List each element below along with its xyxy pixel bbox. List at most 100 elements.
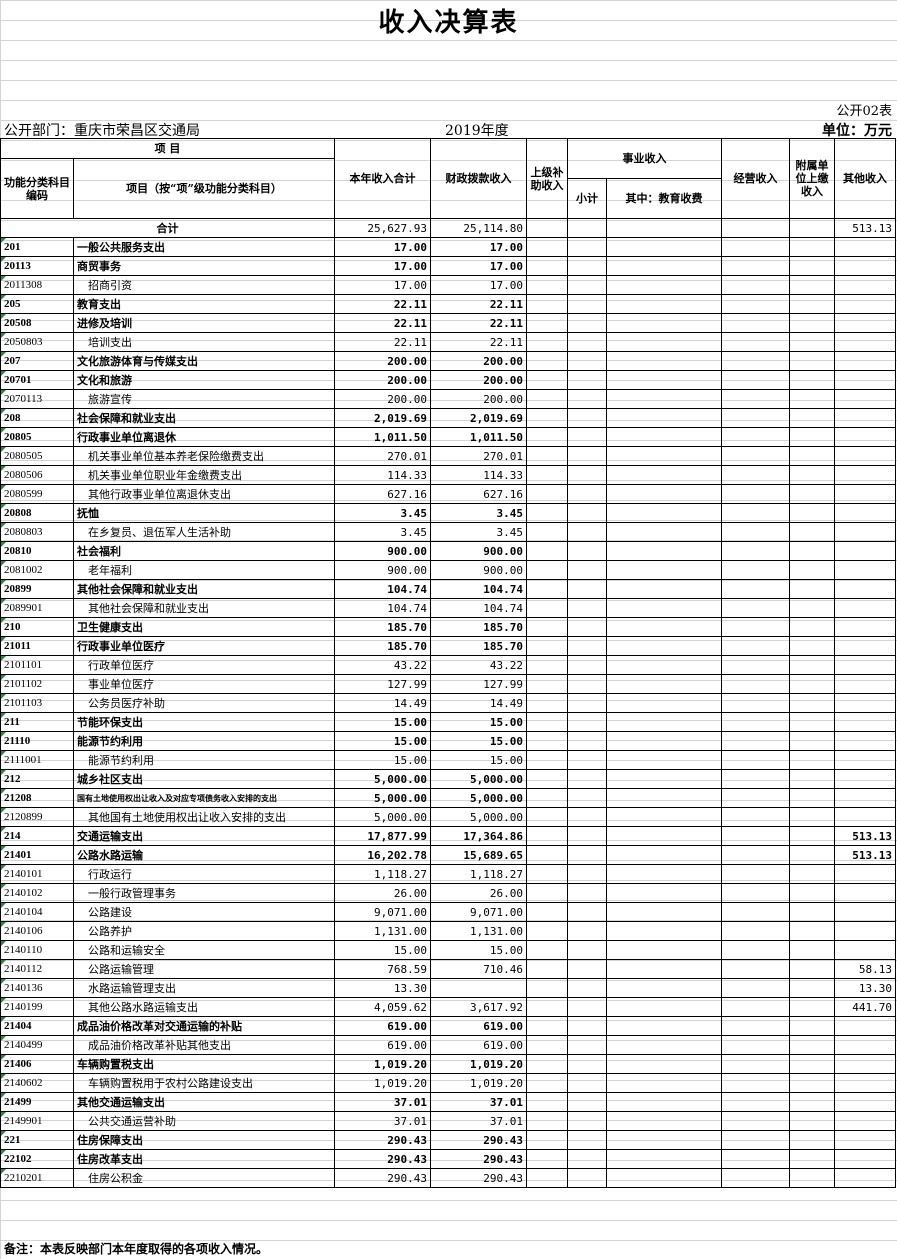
row-fiscal: 17,364.86 bbox=[430, 826, 527, 846]
row-other bbox=[834, 1111, 896, 1131]
row-other bbox=[834, 883, 896, 903]
table-row: 2140102 一般行政管理事务 26.00 26.00 bbox=[0, 883, 896, 903]
cell-marker-icon bbox=[1, 466, 6, 471]
row-code: 2080599 bbox=[0, 484, 74, 504]
table-row: 20508 进修及培训 22.11 22.11 bbox=[0, 313, 896, 333]
row-name: 文化和旅游 bbox=[73, 370, 335, 390]
row-other bbox=[834, 674, 896, 694]
cell-marker-icon bbox=[1, 238, 6, 243]
row-fiscal: 200.00 bbox=[430, 351, 527, 371]
row-code: 21499 bbox=[0, 1092, 74, 1112]
row-name: 其他公路水路运输支出 bbox=[73, 997, 335, 1017]
row-fiscal: 627.16 bbox=[430, 484, 527, 504]
row-fiscal: 1,131.00 bbox=[430, 921, 527, 941]
header-affiliated: 附属单位上缴收入 bbox=[789, 138, 835, 219]
row-total: 16,202.78 bbox=[334, 845, 431, 865]
cell-marker-icon bbox=[1, 808, 6, 813]
row-name: 能源节约利用 bbox=[73, 731, 335, 751]
table-row: 21401 公路水路运输 16,202.78 15,689.65 513.13 bbox=[0, 845, 896, 865]
table-row: 20701 文化和旅游 200.00 200.00 bbox=[0, 370, 896, 390]
row-name: 住房改革支出 bbox=[73, 1149, 335, 1169]
row-other bbox=[834, 275, 896, 295]
row-fiscal: 17.00 bbox=[430, 275, 527, 295]
row-other bbox=[834, 294, 896, 314]
row-total: 14.49 bbox=[334, 693, 431, 713]
row-code: 201 bbox=[0, 237, 74, 257]
cell-marker-icon bbox=[1, 865, 6, 870]
row-code: 2149901 bbox=[0, 1111, 74, 1131]
row-fiscal: 37.01 bbox=[430, 1092, 527, 1112]
row-fiscal: 26.00 bbox=[430, 883, 527, 903]
row-code: 20899 bbox=[0, 579, 74, 599]
row-total: 3.45 bbox=[334, 522, 431, 542]
header-superior: 上级补助收入 bbox=[526, 138, 568, 219]
row-name: 社会福利 bbox=[73, 541, 335, 561]
table-row: 2140199 其他公路水路运输支出 4,059.62 3,617.92 441.70 bbox=[0, 997, 896, 1017]
row-code: 2140106 bbox=[0, 921, 74, 941]
row-name: 卫生健康支出 bbox=[73, 617, 335, 637]
row-code: 2070113 bbox=[0, 389, 74, 409]
row-total: 15.00 bbox=[334, 750, 431, 770]
row-fiscal: 3.45 bbox=[430, 503, 527, 523]
row-other bbox=[834, 1054, 896, 1074]
cell-marker-icon bbox=[1, 580, 6, 585]
table-row: 211 节能环保支出 15.00 15.00 bbox=[0, 712, 896, 732]
cell-marker-icon bbox=[1, 960, 6, 965]
header-name: 项目（按“项”级功能分类科目） bbox=[73, 158, 335, 219]
table-row: 2101103 公务员医疗补助 14.49 14.49 bbox=[0, 693, 896, 713]
row-total: 114.33 bbox=[334, 465, 431, 485]
row-other bbox=[834, 522, 896, 542]
row-name: 机关事业单位职业年金缴费支出 bbox=[73, 465, 335, 485]
row-total: 1,118.27 bbox=[334, 864, 431, 884]
row-name: 其他行政事业单位离退休支出 bbox=[73, 484, 335, 504]
table-row: 21110 能源节约利用 15.00 15.00 bbox=[0, 731, 896, 751]
cell-marker-icon bbox=[1, 827, 6, 832]
table-row: 20808 抚恤 3.45 3.45 bbox=[0, 503, 896, 523]
row-fiscal: 15.00 bbox=[430, 940, 527, 960]
row-name: 节能环保支出 bbox=[73, 712, 335, 732]
cell-marker-icon bbox=[1, 694, 6, 699]
row-code: 22102 bbox=[0, 1149, 74, 1169]
row-total: 3.45 bbox=[334, 503, 431, 523]
row-name: 教育支出 bbox=[73, 294, 335, 314]
row-other bbox=[834, 617, 896, 637]
header-business: 事业收入 bbox=[567, 138, 722, 179]
table-row: 2210201 住房公积金 290.43 290.43 bbox=[0, 1168, 896, 1188]
row-name: 国有土地使用权出让收入及对应专项债务收入安排的支出 bbox=[73, 788, 335, 808]
row-code: 21110 bbox=[0, 731, 74, 751]
table-row: 2140110 公路和运输安全 15.00 15.00 bbox=[0, 940, 896, 960]
row-fiscal: 37.01 bbox=[430, 1111, 527, 1131]
row-total: 13.30 bbox=[334, 978, 431, 998]
row-fiscal: 290.43 bbox=[430, 1130, 527, 1150]
row-name: 城乡社区支出 bbox=[73, 769, 335, 789]
row-total: 185.70 bbox=[334, 636, 431, 656]
row-fiscal: 2,019.69 bbox=[430, 408, 527, 428]
cell-marker-icon bbox=[1, 998, 6, 1003]
row-other: 513.13 bbox=[834, 845, 896, 865]
row-name: 抚恤 bbox=[73, 503, 335, 523]
row-fiscal: 17.00 bbox=[430, 256, 527, 276]
table-row: 205 教育支出 22.11 22.11 bbox=[0, 294, 896, 314]
row-name: 招商引资 bbox=[73, 275, 335, 295]
unit-label: 单位：万元 bbox=[822, 123, 892, 139]
cell-marker-icon bbox=[1, 903, 6, 908]
table-row: 221 住房保障支出 290.43 290.43 bbox=[0, 1130, 896, 1150]
row-other bbox=[834, 769, 896, 789]
table-row: 21499 其他交通运输支出 37.01 37.01 bbox=[0, 1092, 896, 1112]
row-name: 其他交通运输支出 bbox=[73, 1092, 335, 1112]
cell-marker-icon bbox=[1, 504, 6, 509]
table-row: 22102 住房改革支出 290.43 290.43 bbox=[0, 1149, 896, 1169]
table-row: 210 卫生健康支出 185.70 185.70 bbox=[0, 617, 896, 637]
row-other: 441.70 bbox=[834, 997, 896, 1017]
row-fiscal: 3,617.92 bbox=[430, 997, 527, 1017]
row-fiscal: 200.00 bbox=[430, 389, 527, 409]
row-code: 2140602 bbox=[0, 1073, 74, 1093]
row-other bbox=[834, 1130, 896, 1150]
row-total: 15.00 bbox=[334, 731, 431, 751]
table-row: 2101101 行政单位医疗 43.22 43.22 bbox=[0, 655, 896, 675]
department-label: 公开部门：重庆市荣昌区交通局 bbox=[4, 123, 200, 139]
row-code: 2080505 bbox=[0, 446, 74, 466]
row-name: 社会保障和就业支出 bbox=[73, 408, 335, 428]
row-total: 5,000.00 bbox=[334, 769, 431, 789]
row-other bbox=[834, 693, 896, 713]
